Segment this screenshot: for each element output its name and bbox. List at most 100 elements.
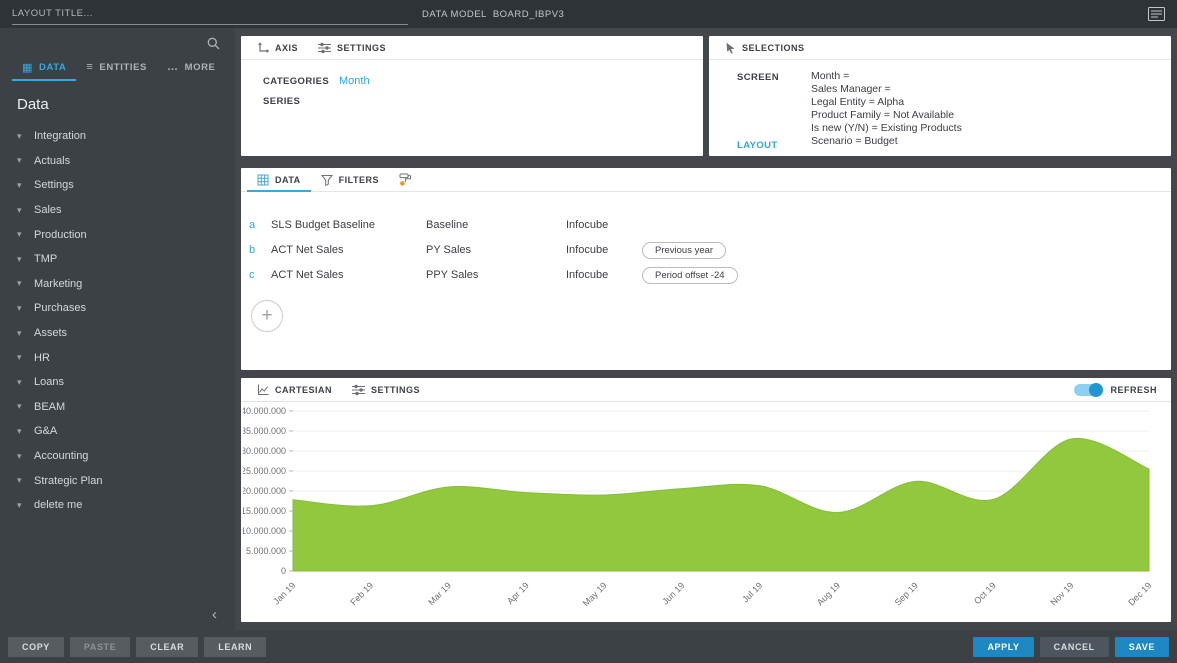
sidebar-tab-more-label: MORE <box>185 62 216 73</box>
tab-axis-settings[interactable]: SETTINGS <box>308 36 396 60</box>
categories-value-link[interactable]: Month <box>339 75 370 87</box>
tab-filters-label: FILTERS <box>339 175 379 185</box>
sidebar-item-label: Loans <box>34 376 64 388</box>
selections-body: SCREEN Month =Sales Manager =Legal Entit… <box>709 60 1171 155</box>
refresh-toggle[interactable] <box>1074 384 1102 396</box>
data-rows: aSLS Budget BaselineBaselineInfocubebACT… <box>241 192 1171 287</box>
sidebar-tree: ▾Integration▾Actuals▾Settings▾Sales▾Prod… <box>0 122 235 518</box>
sidebar-tab-entities[interactable]: ≡ ENTITIES <box>76 55 157 81</box>
sidebar-item-label: Marketing <box>34 278 82 290</box>
sidebar-item-integration[interactable]: ▾Integration <box>0 124 235 149</box>
row-letter: b <box>249 244 271 256</box>
cancel-button[interactable]: CANCEL <box>1040 637 1109 657</box>
funnel-icon <box>321 174 333 186</box>
axis-body: CATEGORIES Month SERIES <box>241 60 703 131</box>
sidebar-tab-data[interactable]: ▦ DATA <box>12 55 76 81</box>
sidebar-item-label: Production <box>34 229 87 241</box>
sidebar-section-title: Data <box>0 81 235 122</box>
save-button[interactable]: SAVE <box>1115 637 1169 657</box>
sidebar-item-settings[interactable]: ▾ Settings <box>0 173 235 198</box>
tab-selections[interactable]: SELECTIONS <box>715 36 815 60</box>
caret-down-icon: ▾ <box>17 180 25 191</box>
sidebar-item-strategic-plan[interactable]: ▾Strategic Plan <box>0 468 235 493</box>
sidebar-tab-entities-label: ENTITIES <box>99 62 147 73</box>
learn-button[interactable]: LEARN <box>204 637 266 657</box>
time-offset-badge[interactable]: Period offset -24 <box>642 267 738 284</box>
caret-down-icon: ▾ <box>17 131 25 142</box>
sidebar-item-loans[interactable]: ▾Loans <box>0 370 235 395</box>
tab-data-blocks[interactable]: DATA <box>247 168 311 192</box>
sidebar-item-delete-me[interactable]: ▾delete me <box>0 493 235 518</box>
data-block-row[interactable]: bACT Net SalesPY SalesInfocubePrevious y… <box>249 237 1163 262</box>
svg-text:15.000.000: 15.000.000 <box>243 506 286 516</box>
layout-selection-link[interactable]: LAYOUT <box>737 140 778 151</box>
svg-text:Feb 19: Feb 19 <box>348 580 375 607</box>
selections-panel: SELECTIONS SCREEN Month =Sales Manager =… <box>709 36 1171 156</box>
svg-text:Nov 19: Nov 19 <box>1048 580 1075 607</box>
search-icon[interactable] <box>207 37 220 55</box>
time-offset-badge[interactable]: Previous year <box>642 242 726 259</box>
caret-down-icon: ▾ <box>17 401 25 412</box>
sidebar-tab-more[interactable]: … MORE <box>157 55 226 81</box>
sidebar-item-tmp[interactable]: ▾TMP <box>0 247 235 272</box>
clear-button[interactable]: CLEAR <box>136 637 198 657</box>
sidebar-item-production[interactable]: ▾ Production <box>0 222 235 247</box>
layout-list-icon[interactable] <box>1148 7 1165 21</box>
sidebar-item-hr[interactable]: ▾HR <box>0 345 235 370</box>
data-grid-icon: ▦ <box>22 61 33 74</box>
paint-format-icon <box>399 173 412 186</box>
sidebar-item-label: G&A <box>34 425 57 437</box>
tab-format-paint[interactable] <box>389 168 422 192</box>
svg-text:35.000.000: 35.000.000 <box>243 426 286 436</box>
caret-down-icon: ▾ <box>17 229 25 240</box>
apply-button[interactable]: APPLY <box>973 637 1033 657</box>
sidebar-item-beam[interactable]: ▾BEAM <box>0 395 235 420</box>
add-data-block-button[interactable]: + <box>251 300 283 332</box>
selection-line: Legal Entity = Alpha <box>811 96 962 109</box>
sidebar-item-purchases[interactable]: ▾Purchases <box>0 296 235 321</box>
chart-body: 05.000.00010.000.00015.000.00020.000.000… <box>241 402 1171 619</box>
sidebar-collapse-button[interactable]: ‹ <box>212 607 217 622</box>
data-block-row[interactable]: aSLS Budget BaselineBaselineInfocube <box>249 212 1163 237</box>
row-letter: a <box>249 219 271 231</box>
series-row: SERIES <box>263 96 681 107</box>
selection-line: Product Family = Not Available <box>811 109 962 122</box>
row-alias: PPY Sales <box>426 269 566 281</box>
data-block-row[interactable]: cACT Net SalesPPY SalesInfocubePeriod of… <box>249 262 1163 287</box>
axis-panel-tabs: AXIS SETTINGS <box>241 36 703 60</box>
tab-chart-settings-label: SETTINGS <box>371 385 420 395</box>
svg-text:Aug 19: Aug 19 <box>815 580 842 607</box>
paste-button[interactable]: PASTE <box>70 637 130 657</box>
layout-title-placeholder: LAYOUT TITLE... <box>12 8 93 19</box>
row-name: SLS Budget Baseline <box>271 219 426 231</box>
entities-list-icon: ≡ <box>86 61 93 73</box>
sidebar-item-marketing[interactable]: ▾ Marketing <box>0 272 235 297</box>
categories-label: CATEGORIES <box>263 76 339 87</box>
svg-text:40.000.000: 40.000.000 <box>243 406 286 416</box>
refresh-label: REFRESH <box>1110 385 1157 395</box>
row-name: ACT Net Sales <box>271 269 426 281</box>
layout-title-input[interactable]: LAYOUT TITLE... <box>12 3 408 25</box>
sidebar-item-label: Settings <box>34 179 74 191</box>
sidebar-item-accounting[interactable]: ▾Accounting <box>0 444 235 469</box>
caret-down-icon: ▾ <box>17 254 25 265</box>
svg-text:Dec 19: Dec 19 <box>1126 580 1153 607</box>
copy-button[interactable]: COPY <box>8 637 64 657</box>
caret-down-icon: ▾ <box>17 278 25 289</box>
series-label: SERIES <box>263 96 339 107</box>
axis-icon <box>257 42 269 54</box>
sidebar-item-actuals[interactable]: ▾Actuals <box>0 149 235 174</box>
data-model-value: BOARD_IBPV3 <box>493 9 565 20</box>
sidebar-item-label: HR <box>34 352 50 364</box>
tab-filters[interactable]: FILTERS <box>311 168 389 192</box>
sidebar-item-assets[interactable]: ▾Assets <box>0 321 235 346</box>
tab-chart-settings[interactable]: SETTINGS <box>342 378 430 402</box>
row-badge-cell: Previous year <box>642 244 1163 256</box>
sidebar-item-sales[interactable]: ▾Sales <box>0 198 235 223</box>
sidebar-item-g-a[interactable]: ▾G&A <box>0 419 235 444</box>
tab-cartesian[interactable]: CARTESIAN <box>247 378 342 402</box>
tab-axis[interactable]: AXIS <box>247 36 308 60</box>
tab-axis-label: AXIS <box>275 43 298 53</box>
caret-down-icon: ▾ <box>17 155 25 166</box>
svg-text:Mar 19: Mar 19 <box>426 580 453 607</box>
